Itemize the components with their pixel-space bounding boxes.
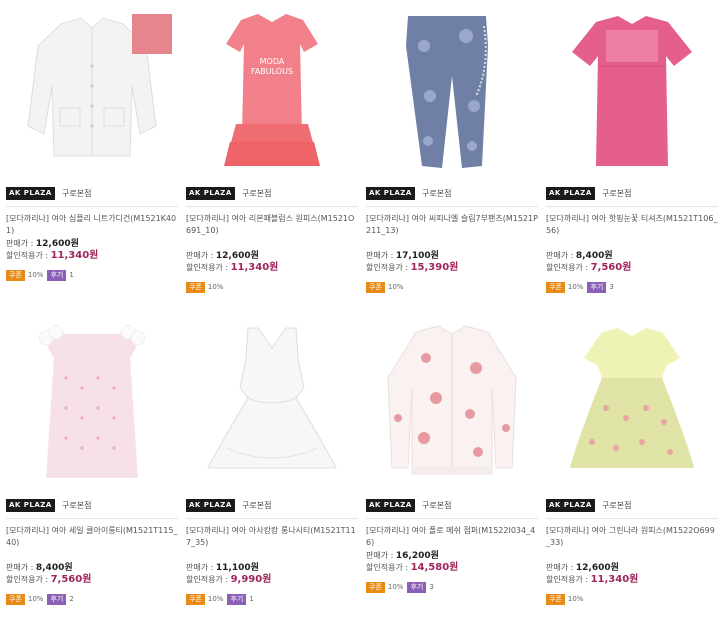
- sale-price: 할인적용가 : 11,340원: [186, 262, 279, 273]
- product-card[interactable]: AK PLAZA 구로본점 [모다까리나] 여아 그린나라 원피스(M1522O…: [546, 318, 718, 614]
- product-name[interactable]: [모다까리나] 여아 핫핑눈꽃 티셔츠(M1521T106_56): [546, 213, 718, 237]
- sale-price: 할인적용가 : 14,580원: [366, 562, 459, 573]
- divider: [366, 206, 538, 207]
- store-name: 구로본점: [242, 501, 272, 510]
- store-name: 구로본점: [602, 189, 632, 198]
- product-card[interactable]: AK PLAZA 구로본점 [모다까리나] 여아 핫핑눈꽃 티셔츠(M1521T…: [546, 6, 718, 296]
- sale-price: 할인적용가 : 11,340원: [6, 250, 99, 261]
- product-image[interactable]: [6, 6, 178, 178]
- store-info: AK PLAZA 구로본점: [366, 187, 538, 201]
- product-card[interactable]: AK PLAZA 구로본점 [모다까리나] 여아 심플리 니트가디건(M1521…: [6, 6, 178, 296]
- review-badge: 후기: [407, 582, 427, 593]
- store-info: AK PLAZA 구로본점: [186, 187, 358, 201]
- product-image[interactable]: [366, 318, 538, 490]
- store-info: AK PLAZA 구로본점: [6, 187, 178, 201]
- store-name: 구로본점: [242, 189, 272, 198]
- store-name: 구로본점: [422, 501, 452, 510]
- product-image[interactable]: [186, 318, 358, 490]
- sale-price: 할인적용가 : 7,560원: [6, 574, 92, 585]
- coupon-badge: 쿠폰: [366, 582, 385, 593]
- product-card[interactable]: AK PLAZA 구로본점 [모다까리나] 여아 씨피나엘 슬림7부팬츠(M15…: [366, 6, 538, 296]
- sale-price: 할인적용가 : 9,990원: [186, 574, 272, 585]
- svg-text:MODA: MODA: [260, 57, 285, 66]
- store-info: AK PLAZA 구로본점: [546, 187, 718, 201]
- divider: [186, 206, 358, 207]
- store-info: AK PLAZA 구로본점: [186, 499, 358, 513]
- product-card[interactable]: AK PLAZA 구로본점 [모다까리나] 여아 아사캉캉 롱나시티(M1521…: [186, 318, 358, 614]
- badges: 쿠폰 10%: [186, 282, 227, 293]
- product-name[interactable]: [모다까리나] 여아 세일 클아이롱티(M1521T115_40): [6, 525, 178, 549]
- badges: 쿠폰 10% 후기 2: [6, 594, 78, 605]
- coupon-badge: 쿠폰: [6, 594, 25, 605]
- review-badge: 후기: [47, 270, 67, 281]
- store-info: AK PLAZA 구로본점: [366, 499, 538, 513]
- badges: 쿠폰 10% 후기 3: [546, 282, 618, 293]
- badges: 쿠폰 10% 후기 1: [186, 594, 258, 605]
- coupon-badge: 쿠폰: [186, 282, 205, 293]
- ak-plaza-logo: AK PLAZA: [186, 187, 235, 200]
- badges: 쿠폰 10% 후기 1: [6, 270, 78, 281]
- product-card[interactable]: MODA FABULOUS AK PLAZA 구로본점 [모다까리나] 여아 리…: [186, 6, 358, 296]
- coupon-badge: 쿠폰: [546, 282, 565, 293]
- product-name[interactable]: [모다까리나] 여아 그린나라 원피스(M1522O699_33): [546, 525, 718, 549]
- sale-price: 할인적용가 : 11,340원: [546, 574, 639, 585]
- store-info: AK PLAZA 구로본점: [6, 499, 178, 513]
- coupon-badge: 쿠폰: [546, 594, 565, 605]
- divider: [546, 518, 718, 519]
- review-badge: 후기: [47, 594, 67, 605]
- divider: [186, 518, 358, 519]
- store-name: 구로본점: [62, 189, 92, 198]
- divider: [6, 518, 178, 519]
- product-name[interactable]: [모다까리나] 여아 심플리 니트가디건(M1521K401): [6, 213, 178, 237]
- ak-plaza-logo: AK PLAZA: [366, 499, 415, 512]
- coupon-badge: 쿠폰: [186, 594, 205, 605]
- divider: [546, 206, 718, 207]
- ak-plaza-logo: AK PLAZA: [6, 499, 55, 512]
- sale-price: 할인적용가 : 7,560원: [546, 262, 632, 273]
- product-grid: AK PLAZA 구로본점 [모다까리나] 여아 심플리 니트가디건(M1521…: [0, 0, 720, 620]
- ak-plaza-logo: AK PLAZA: [546, 499, 595, 512]
- ak-plaza-logo: AK PLAZA: [546, 187, 595, 200]
- badges: 쿠폰 10% 후기 3: [366, 582, 438, 593]
- badges: 쿠폰 10%: [366, 282, 407, 293]
- product-image[interactable]: MODA FABULOUS: [186, 6, 358, 178]
- product-image[interactable]: [546, 6, 718, 178]
- product-card[interactable]: AK PLAZA 구로본점 [모다까리나] 여아 세일 클아이롱티(M1521T…: [6, 318, 178, 614]
- coupon-badge: 쿠폰: [6, 270, 25, 281]
- product-name[interactable]: [모다까리나] 여아 리본패블럼스 원피스(M1521O691_10): [186, 213, 358, 237]
- product-name[interactable]: [모다까리나] 여아 아사캉캉 롱나시티(M1521T117_35): [186, 525, 358, 549]
- badges: 쿠폰 10%: [546, 594, 587, 605]
- store-name: 구로본점: [62, 501, 92, 510]
- divider: [366, 518, 538, 519]
- product-image[interactable]: [6, 318, 178, 490]
- ak-plaza-logo: AK PLAZA: [6, 187, 55, 200]
- product-name[interactable]: [모다까리나] 여아 플로 메쉬 점퍼(M1522I034_46): [366, 525, 538, 549]
- product-image[interactable]: [546, 318, 718, 490]
- coupon-badge: 쿠폰: [366, 282, 385, 293]
- review-badge: 후기: [227, 594, 247, 605]
- review-badge: 후기: [587, 282, 607, 293]
- product-image[interactable]: [366, 6, 538, 178]
- ak-plaza-logo: AK PLAZA: [366, 187, 415, 200]
- product-name[interactable]: [모다까리나] 여아 씨피나엘 슬림7부팬츠(M1521P211_13): [366, 213, 538, 237]
- store-info: AK PLAZA 구로본점: [546, 499, 718, 513]
- product-card[interactable]: AK PLAZA 구로본점 [모다까리나] 여아 플로 메쉬 점퍼(M1522I…: [366, 318, 538, 614]
- store-name: 구로본점: [422, 189, 452, 198]
- divider: [6, 206, 178, 207]
- store-name: 구로본점: [602, 501, 632, 510]
- svg-text:FABULOUS: FABULOUS: [251, 67, 293, 76]
- ak-plaza-logo: AK PLAZA: [186, 499, 235, 512]
- sale-price: 할인적용가 : 15,390원: [366, 262, 459, 273]
